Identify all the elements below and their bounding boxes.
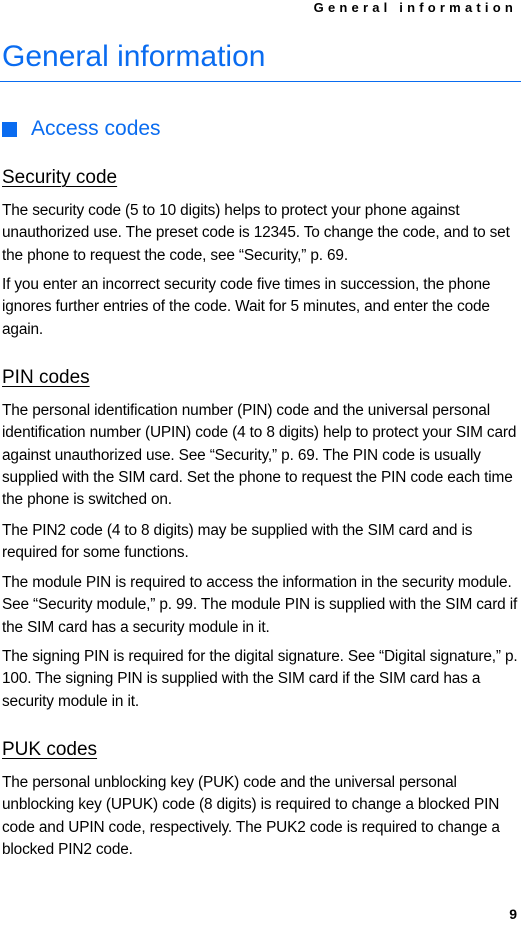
paragraph: If you enter an incorrect security code … xyxy=(2,276,491,338)
filled-square-icon xyxy=(2,121,17,137)
title-rule xyxy=(0,81,521,82)
subsection-title-pin-codes: PIN codes xyxy=(2,367,90,388)
paragraph: The security code (5 to 10 digits) helps… xyxy=(2,202,510,264)
subsection-title-security-code: Security code xyxy=(2,167,118,188)
paragraph: The signing PIN is required for the digi… xyxy=(2,648,518,710)
page-title: General information xyxy=(2,40,266,73)
paragraph: The personal identification number (PIN)… xyxy=(2,402,517,509)
subsection-title-puk-codes: PUK codes xyxy=(2,739,98,760)
page-number: 9 xyxy=(509,906,517,922)
section-heading: Access codes xyxy=(2,117,161,141)
running-head: General information xyxy=(313,0,517,15)
paragraph: The module PIN is required to access the… xyxy=(2,574,518,636)
paragraph: The personal unblocking key (PUK) code a… xyxy=(2,774,500,858)
section-title: Access codes xyxy=(31,117,161,140)
paragraph: The PIN2 code (4 to 8 digits) may be sup… xyxy=(2,522,473,562)
